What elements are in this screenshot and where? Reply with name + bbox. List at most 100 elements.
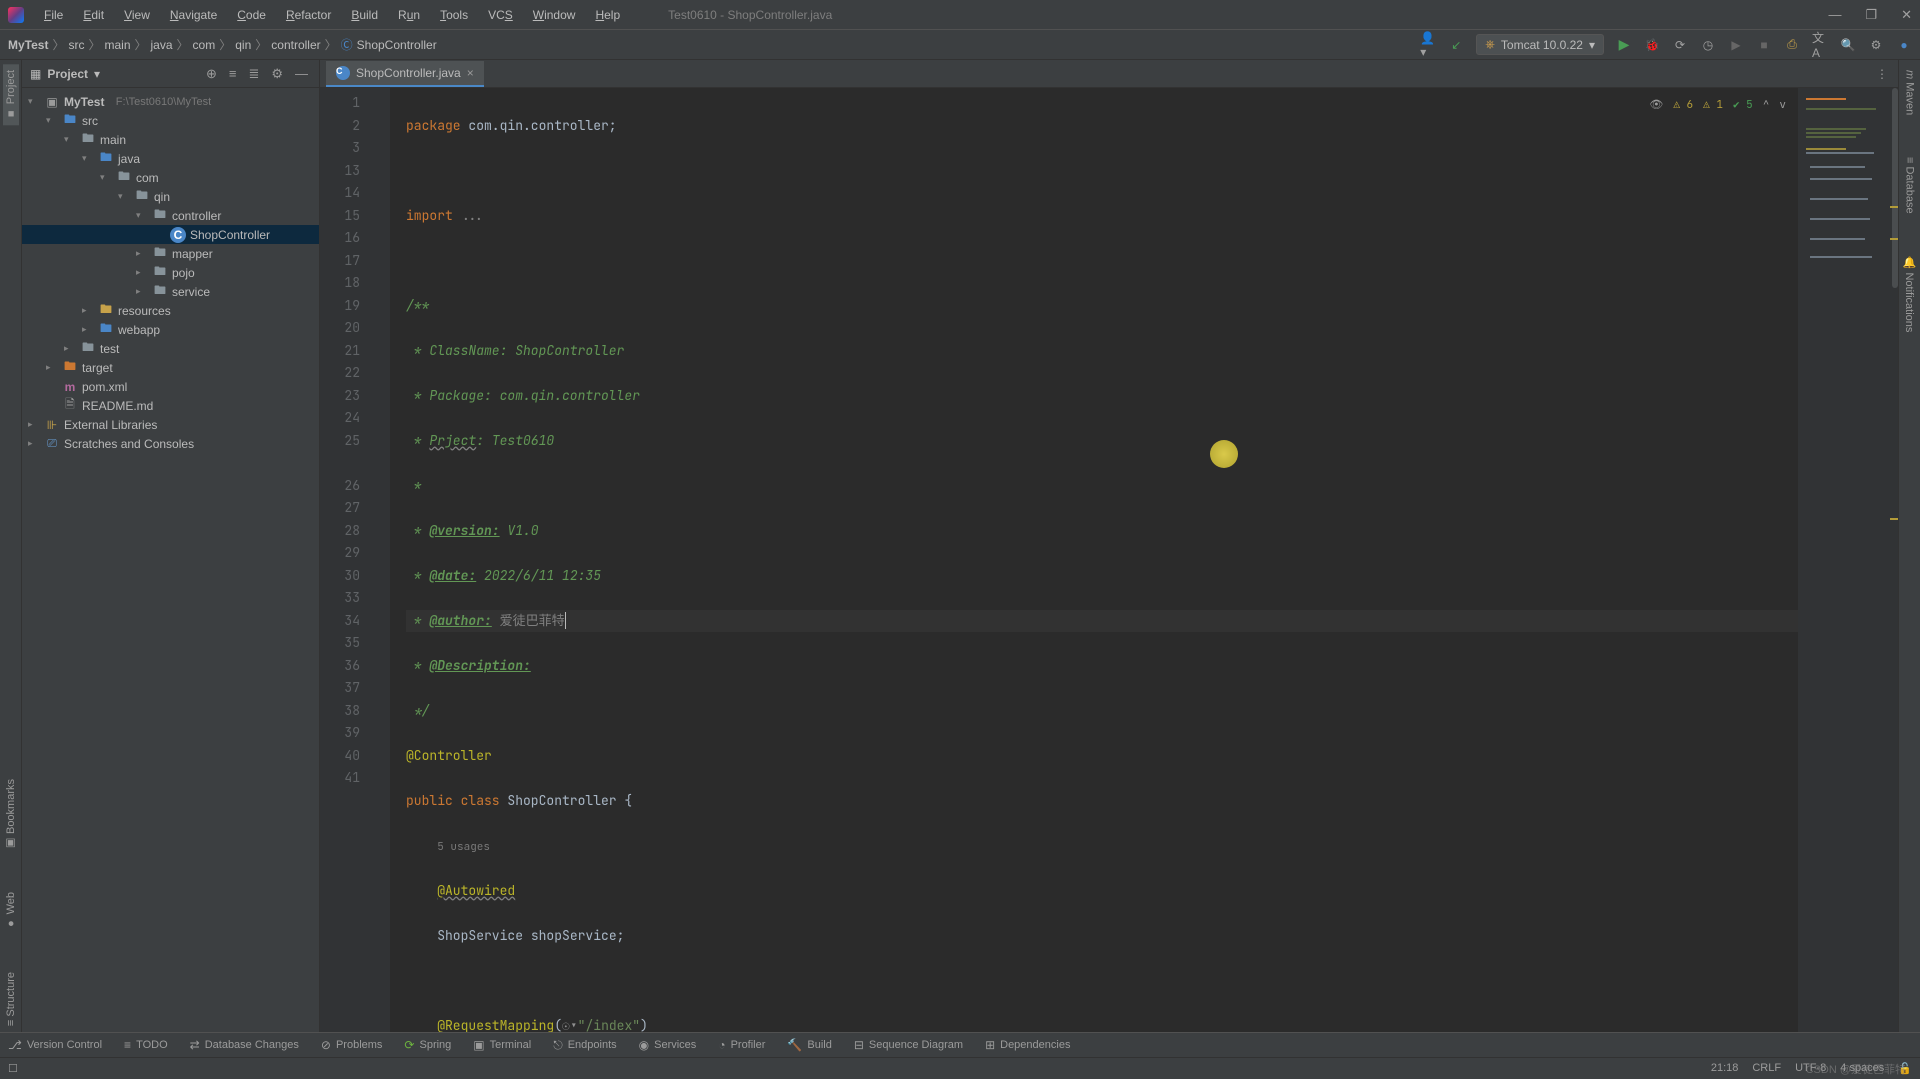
crumb-com[interactable]: com: [193, 38, 216, 52]
expand-all-icon[interactable]: ≡: [226, 66, 240, 81]
tree-pojo[interactable]: pojo: [172, 266, 195, 280]
menu-view[interactable]: View: [116, 4, 158, 26]
menu-navigate[interactable]: Navigate: [162, 4, 225, 26]
breadcrumb: MyTest〉 src〉 main〉 java〉 com〉 qin〉 contr…: [8, 36, 437, 53]
crumb-java[interactable]: java: [151, 38, 173, 52]
tree-main[interactable]: main: [100, 133, 126, 147]
menu-code[interactable]: Code: [229, 4, 274, 26]
tree-qin[interactable]: qin: [154, 190, 170, 204]
tabs-menu-icon[interactable]: ⋮: [1866, 61, 1898, 87]
crumb-main[interactable]: main: [104, 38, 130, 52]
crumb-controller[interactable]: controller: [271, 38, 320, 52]
line-gutter[interactable]: 1 2 3 13 14 15 16 17 18 19 20 21 22 23 2…: [320, 88, 390, 1032]
avatar-icon[interactable]: ●: [1896, 37, 1912, 53]
stop-button[interactable]: ■: [1756, 37, 1772, 53]
build-tool[interactable]: 🔨Build: [787, 1038, 831, 1052]
editor-tab-shopcontroller[interactable]: C ShopController.java ×: [326, 61, 484, 87]
tree-com[interactable]: com: [136, 171, 159, 185]
minimize-button[interactable]: —: [1828, 7, 1841, 23]
endpoints-tool[interactable]: ⎋Endpoints: [553, 1038, 616, 1053]
select-opened-icon[interactable]: ⊕: [203, 66, 220, 82]
close-tab-icon[interactable]: ×: [467, 66, 474, 80]
tree-mapper[interactable]: mapper: [172, 247, 213, 261]
reader-mode-icon[interactable]: 👁: [1649, 94, 1663, 117]
left-tool-rail: ■ Project ▣ Bookmarks ● Web ≡ Structure: [0, 60, 22, 1032]
profile-button[interactable]: ◷: [1700, 37, 1716, 53]
tree-webapp[interactable]: webapp: [118, 323, 160, 337]
editor-body[interactable]: 1 2 3 13 14 15 16 17 18 19 20 21 22 23 2…: [320, 88, 1898, 1032]
menu-vcs[interactable]: VCS: [480, 4, 521, 26]
crumb-qin[interactable]: qin: [235, 38, 251, 52]
menu-refactor[interactable]: Refactor: [278, 4, 339, 26]
tree-shopcontroller[interactable]: ShopController: [190, 228, 270, 242]
bookmarks-tool-button[interactable]: ▣ Bookmarks: [2, 773, 19, 856]
deps-tool[interactable]: ⊞Dependencies: [985, 1038, 1070, 1052]
tree-src[interactable]: src: [82, 114, 98, 128]
tree-scratches[interactable]: Scratches and Consoles: [64, 437, 194, 451]
crumb-project[interactable]: MyTest: [8, 38, 48, 52]
settings-icon[interactable]: ⚙: [1868, 37, 1884, 53]
notifications-tool-button[interactable]: 🔔 Notifications: [1901, 250, 1918, 338]
minimap[interactable]: [1798, 88, 1898, 1032]
close-button[interactable]: ✕: [1901, 7, 1912, 23]
problems-tool[interactable]: ⊘Problems: [321, 1038, 383, 1052]
profiler-tool[interactable]: ◔Profiler: [718, 1038, 765, 1052]
menu-window[interactable]: Window: [525, 4, 584, 26]
hide-panel-icon[interactable]: —: [292, 66, 311, 81]
chevron-down-icon[interactable]: ▾: [94, 67, 100, 81]
tree-readme[interactable]: README.md: [82, 399, 153, 413]
git-icon[interactable]: ⎙: [1784, 37, 1800, 53]
tree-test[interactable]: test: [100, 342, 119, 356]
tree-resources[interactable]: resources: [118, 304, 171, 318]
coverage-button[interactable]: ⟳: [1672, 37, 1688, 53]
tree-external-libraries[interactable]: External Libraries: [64, 418, 157, 432]
tree-root[interactable]: MyTest: [64, 95, 104, 109]
db-changes-tool[interactable]: ⇄Database Changes: [190, 1038, 299, 1052]
terminal-tool[interactable]: ▣Terminal: [473, 1038, 531, 1052]
prev-highlight-icon[interactable]: ^: [1763, 94, 1770, 117]
inspection-widget[interactable]: 👁 ⚠ 6 ⚠ 1 ✔ 5 ^ v: [1649, 94, 1786, 117]
todo-tool[interactable]: ≡TODO: [124, 1038, 168, 1052]
translate-icon[interactable]: 文A: [1812, 37, 1828, 53]
menu-file[interactable]: File: [36, 4, 71, 26]
services-tool[interactable]: ◉Services: [639, 1038, 697, 1052]
caret-position[interactable]: 21:18: [1711, 1062, 1739, 1075]
gear-icon[interactable]: ⚙: [268, 66, 286, 82]
tree-pom[interactable]: pom.xml: [82, 380, 127, 394]
menu-run[interactable]: Run: [390, 4, 428, 26]
search-icon[interactable]: 🔍: [1840, 37, 1856, 53]
crumb-src[interactable]: src: [68, 38, 84, 52]
database-tool-button[interactable]: ≡ Database: [1902, 151, 1918, 220]
menu-edit[interactable]: Edit: [75, 4, 112, 26]
vcs-tool[interactable]: ⎇Version Control: [8, 1038, 102, 1052]
tree-target[interactable]: target: [82, 361, 113, 375]
code-area[interactable]: package com.qin.controller; import ... /…: [390, 88, 1798, 1032]
structure-tool-button[interactable]: ≡ Structure: [3, 966, 19, 1032]
web-tool-button[interactable]: ● Web: [3, 886, 19, 935]
tree-java[interactable]: java: [118, 152, 140, 166]
collapse-all-icon[interactable]: ≣: [245, 66, 262, 82]
status-icon[interactable]: ☐: [8, 1062, 18, 1075]
back-arrow-icon[interactable]: ↙: [1448, 37, 1464, 53]
status-bar: ☐ 21:18 CRLF UTF-8 4 spaces 🔓 CSDN @爱徒巴菲…: [0, 1057, 1920, 1079]
tree-controller[interactable]: controller: [172, 209, 221, 223]
line-sep[interactable]: CRLF: [1752, 1062, 1781, 1075]
menu-tools[interactable]: Tools: [432, 4, 476, 26]
project-tool-button[interactable]: ■ Project: [3, 64, 19, 125]
next-highlight-icon[interactable]: v: [1779, 94, 1786, 117]
spring-tool[interactable]: ⟳Spring: [404, 1038, 451, 1052]
maven-tool-button[interactable]: m Maven: [1902, 64, 1918, 121]
maximize-button[interactable]: ❐: [1865, 7, 1877, 23]
scrollbar-thumb[interactable]: [1892, 88, 1898, 288]
crumb-class[interactable]: ShopController: [357, 38, 437, 52]
seqdiag-tool[interactable]: ⊟Sequence Diagram: [854, 1038, 963, 1052]
debug-button[interactable]: 🐞: [1644, 37, 1660, 53]
add-user-icon[interactable]: 👤▾: [1420, 37, 1436, 53]
project-tree[interactable]: ▾▣MyTest F:\Test0610\MyTest ▾🖿src ▾🖿main…: [22, 88, 319, 1032]
attach-button[interactable]: ▶: [1728, 37, 1744, 53]
run-config-selector[interactable]: ⎈ Tomcat 10.0.22 ▾: [1476, 34, 1604, 55]
menu-help[interactable]: Help: [587, 4, 628, 26]
run-button[interactable]: ▶: [1616, 37, 1632, 53]
tree-service[interactable]: service: [172, 285, 210, 299]
menu-build[interactable]: Build: [343, 4, 386, 26]
